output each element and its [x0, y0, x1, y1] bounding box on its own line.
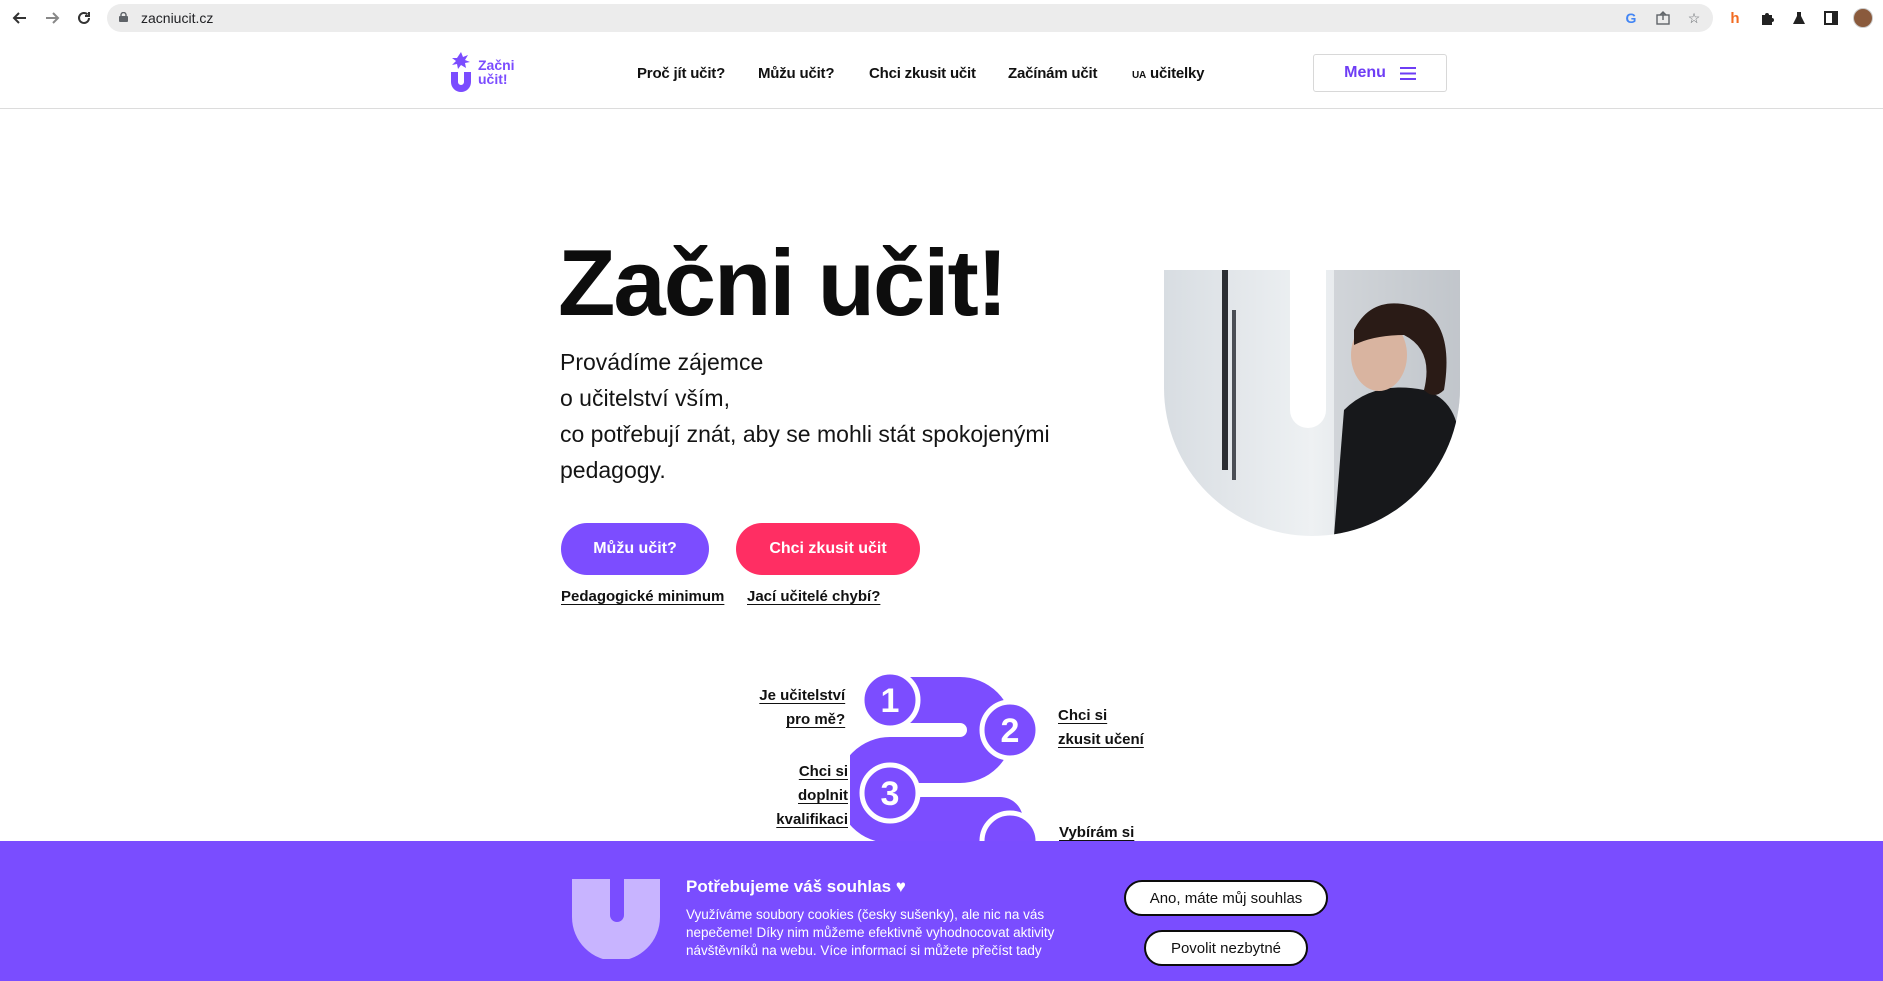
google-icon[interactable]: G	[1622, 9, 1640, 27]
cookie-description: Využíváme soubory cookies (česky sušenky…	[686, 906, 1086, 960]
profile-avatar[interactable]	[1853, 8, 1873, 28]
nav-muzu-ucit[interactable]: Můžu učit?	[758, 65, 835, 82]
sidepanel-icon[interactable]	[1821, 8, 1841, 28]
hamburger-icon	[1399, 66, 1416, 80]
step-number: 1	[881, 682, 900, 720]
hero-photo-teacher	[1164, 270, 1460, 536]
nav-zacinam-ucit[interactable]: Začínám učit	[1008, 65, 1097, 82]
cookie-u-logo-icon	[572, 879, 660, 959]
back-icon[interactable]	[8, 6, 32, 30]
hero-line: co potřebují znát, aby se mohli stát spo…	[560, 421, 1050, 447]
extension-honey-icon[interactable]: h	[1725, 8, 1745, 28]
menu-button[interactable]: Menu	[1313, 54, 1447, 92]
step-1-link[interactable]: Je učitelství pro mě?	[756, 684, 845, 732]
steps-path-graphic: 1 2 3	[850, 669, 1041, 841]
nav-ua-ucitelky[interactable]: UA učitelky	[1132, 65, 1205, 82]
logo-text: Začni učit!	[478, 58, 522, 86]
allow-necessary-button[interactable]: Povolit nezbytné	[1144, 930, 1308, 966]
step-label-line: pro mě?	[786, 711, 846, 728]
step-number: 2	[1001, 712, 1020, 750]
site-header: Začni učit! Proč jít učit? Můžu učit? Ch…	[0, 37, 1883, 109]
logo-line1: Začni	[478, 57, 515, 73]
nav-ua-label: učitelky	[1150, 65, 1205, 82]
reload-icon[interactable]	[72, 6, 96, 30]
labs-icon[interactable]	[1789, 8, 1809, 28]
cookie-title: Potřebujeme váš souhlas ♥	[686, 877, 906, 896]
step-label-line: Chci si	[1058, 707, 1108, 724]
lock-icon	[119, 12, 128, 22]
step-label-line: Je učitelství	[759, 687, 846, 704]
site-logo[interactable]: Začni učit!	[450, 52, 522, 92]
hero-title: Začni učit!	[558, 230, 1008, 335]
step-label-line: doplnit	[798, 787, 848, 804]
hero-description: Provádíme zájemce o učitelství vším, co …	[560, 344, 1120, 488]
step-3-link[interactable]: Chci si doplnit kvalifikaci	[770, 760, 848, 832]
step-1-badge[interactable]: 1	[859, 669, 921, 731]
muzu-ucit-button[interactable]: Můžu učit?	[561, 523, 709, 575]
cookie-line: Využíváme soubory cookies (česky sušenky…	[686, 907, 1045, 922]
address-bar[interactable]: zacniucit.cz G ☆	[107, 4, 1713, 32]
nav-proc-jit-ucit[interactable]: Proč jít učit?	[637, 65, 725, 82]
browser-toolbar: zacniucit.cz G ☆ h	[0, 0, 1883, 38]
menu-label: Menu	[1344, 64, 1386, 81]
url-text[interactable]: zacniucit.cz	[141, 10, 213, 26]
jaci-ucitele-chybi-link[interactable]: Jací učitelé chybí?	[747, 588, 880, 605]
step-label-line: kvalifikaci	[776, 811, 848, 828]
ua-prefix: UA	[1132, 70, 1147, 81]
forward-icon[interactable]	[40, 6, 64, 30]
cookie-line: nepečeme! Díky nim můžeme efektivně vyho…	[686, 925, 1055, 940]
hero-line: Provádíme zájemce	[560, 349, 764, 375]
logo-line2: učit!	[478, 71, 508, 87]
nav-chci-zkusit-ucit[interactable]: Chci zkusit učit	[869, 65, 976, 82]
step-3-badge[interactable]: 3	[859, 762, 921, 824]
hero-line: pedagogy.	[560, 457, 666, 483]
accept-cookies-button[interactable]: Ano, máte můj souhlas	[1124, 880, 1328, 916]
pedagogicke-minimum-link[interactable]: Pedagogické minimum	[561, 588, 724, 605]
star-icon[interactable]: ☆	[1685, 9, 1703, 27]
step-2-link[interactable]: Chci si zkusit učení	[1058, 704, 1144, 752]
chci-zkusit-ucit-button[interactable]: Chci zkusit učit	[736, 523, 920, 575]
step-number: 3	[881, 775, 900, 813]
cookie-consent-banner: Potřebujeme váš souhlas ♥ Využíváme soub…	[0, 841, 1883, 981]
logo-u-icon	[451, 52, 471, 92]
step-label-line: zkusit učení	[1058, 731, 1144, 748]
share-icon[interactable]	[1654, 9, 1672, 27]
step-2-badge[interactable]: 2	[979, 699, 1041, 761]
hero-line: o učitelství vším,	[560, 385, 730, 411]
step-label-line: Chci si	[798, 763, 848, 780]
cookie-line[interactable]: návštěvníků na webu. Více informací si m…	[686, 942, 1086, 960]
puzzle-icon[interactable]	[1757, 8, 1777, 28]
